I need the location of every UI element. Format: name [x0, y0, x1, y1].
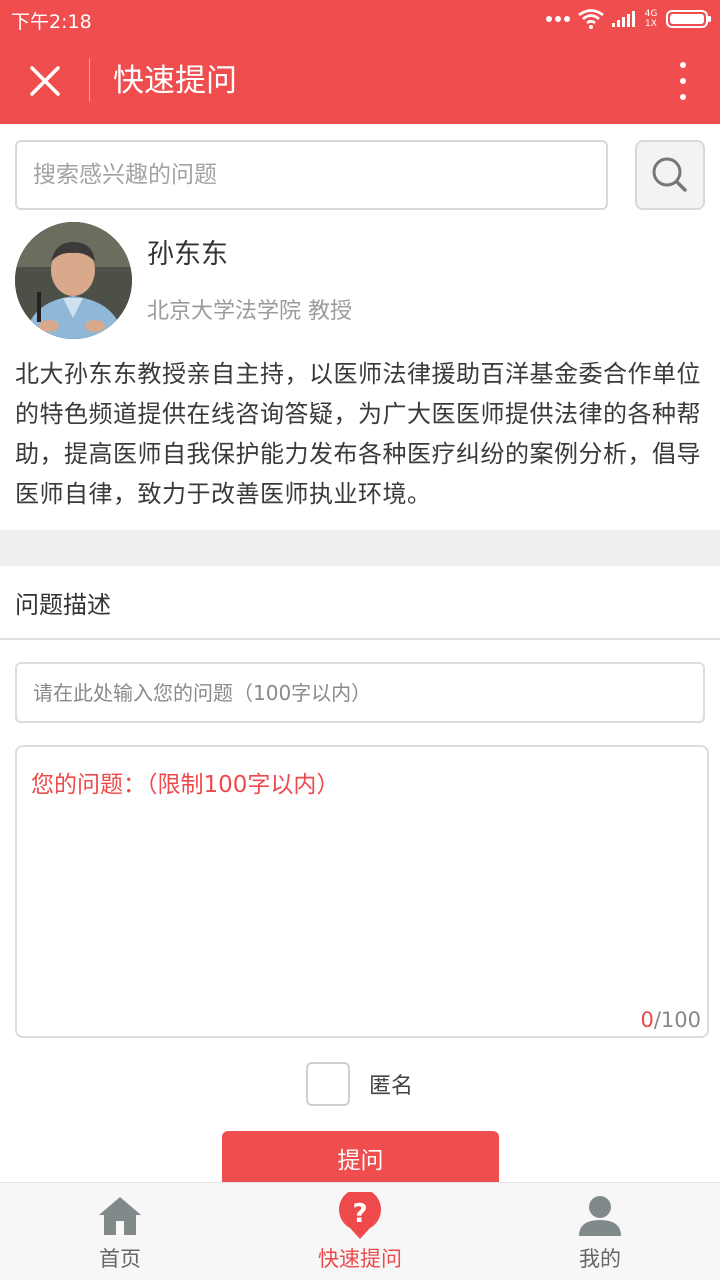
home-icon — [99, 1197, 141, 1235]
more-options-button[interactable] — [668, 58, 698, 104]
status-bar: 下午2:18 4G 1X — [0, 0, 720, 38]
user-icon — [579, 1196, 621, 1236]
search-button[interactable] — [635, 140, 705, 210]
close-button[interactable] — [22, 58, 68, 104]
section-title: 问题描述 — [15, 591, 111, 619]
char-count-max: /100 — [653, 1008, 701, 1032]
network-type-label: 4G 1X — [644, 9, 658, 29]
question-title-input[interactable] — [15, 662, 705, 723]
more-dot — [680, 78, 686, 84]
expert-photo — [15, 222, 132, 339]
tab-quick-question-label: 快速提问 — [318, 1247, 402, 1271]
search-input[interactable] — [15, 140, 608, 210]
tab-home-label: 首页 — [99, 1247, 141, 1271]
search-icon — [652, 157, 687, 192]
section-line — [0, 638, 720, 640]
anonymous-label: 匿名 — [369, 1074, 414, 1099]
wifi-icon — [578, 9, 604, 29]
tab-quick-question-icon-wrap: ? — [336, 1192, 384, 1239]
tab-mine-label: 我的 — [579, 1247, 621, 1271]
tab-home[interactable]: 首页 — [0, 1183, 240, 1280]
question-body-textarea[interactable] — [17, 747, 707, 1036]
expert-name: 孙东东 — [147, 239, 228, 270]
anonymous-checkbox[interactable] — [306, 1062, 350, 1106]
tab-home-icon-wrap — [97, 1193, 143, 1239]
bottom-tab-bar: 首页 ? 快速提问 我的 — [0, 1182, 720, 1280]
avatar — [15, 222, 132, 339]
section-divider — [0, 530, 720, 566]
more-dot — [680, 94, 686, 100]
signal-icon — [612, 11, 635, 27]
tab-mine[interactable]: 我的 — [480, 1183, 720, 1280]
battery-icon — [666, 10, 711, 28]
question-pin-icon: ? — [339, 1192, 381, 1239]
app-bar: 快速提问 — [0, 38, 720, 124]
page-title: 快速提问 — [113, 63, 237, 99]
status-icons: 4G 1X — [546, 6, 712, 32]
app-bar-divider — [89, 58, 90, 102]
expert-title: 北京大学法学院 教授 — [147, 299, 352, 324]
more-vertical-icon — [680, 62, 686, 68]
status-time: 下午2:18 — [11, 11, 92, 33]
question-body-box: 0/100 — [15, 745, 709, 1038]
close-icon — [30, 66, 60, 96]
tab-mine-icon-wrap — [577, 1193, 623, 1239]
expert-introduction: 北大孙东东教授亲自主持，以医师法律援助百洋基金委合作单位的特色频道提供在线咨询答… — [15, 360, 701, 508]
tab-quick-question[interactable]: ? 快速提问 — [240, 1183, 480, 1280]
notification-dots-icon — [546, 16, 570, 22]
char-count-current: 0 — [640, 1008, 654, 1032]
svg-text:?: ? — [352, 1199, 367, 1229]
char-counter: 0/100 — [640, 1008, 701, 1032]
